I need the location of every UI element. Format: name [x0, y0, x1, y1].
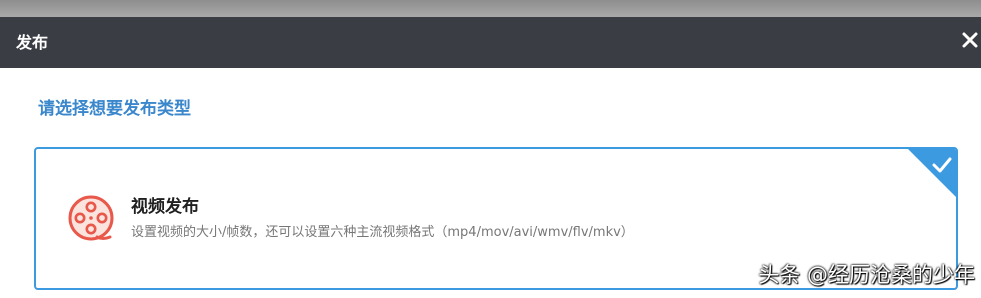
dialog-body: 请选择想要发布类型 视频发布 设置视频的大小/帧数，还可以设置六种主流视频格式（… — [0, 68, 981, 298]
close-icon[interactable] — [961, 31, 979, 49]
film-reel-icon — [66, 193, 116, 243]
backdrop-strip — [0, 0, 981, 17]
option-description: 设置视频的大小/帧数，还可以设置六种主流视频格式（mp4/mov/avi/wmv… — [131, 225, 634, 240]
dialog-header: 发布 — [0, 17, 981, 68]
dialog-title: 发布 — [16, 33, 49, 52]
publish-type-prompt: 请选择想要发布类型 — [38, 99, 191, 119]
option-card-video-publish[interactable]: 视频发布 设置视频的大小/帧数，还可以设置六种主流视频格式（mp4/mov/av… — [34, 147, 958, 290]
selected-check-icon — [908, 149, 956, 197]
screen: 发布 请选择想要发布类型 视频发布 设置视频的大小/帧数，还可以设置六种主流视频… — [0, 0, 981, 298]
option-title: 视频发布 — [131, 197, 199, 217]
